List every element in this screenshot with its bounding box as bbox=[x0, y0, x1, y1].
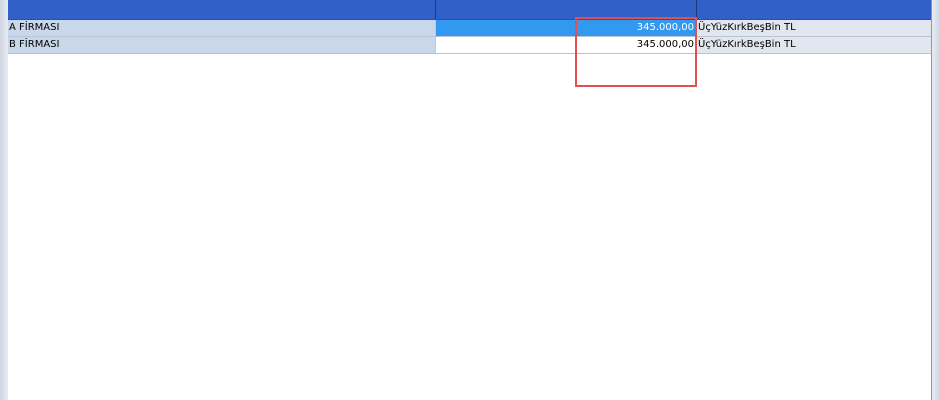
table-row[interactable]: A FİRMASI 345.000,00 ÜçYüzKırkBeşBin TL bbox=[8, 20, 931, 37]
table-row[interactable]: B FİRMASI 345.000,00 ÜçYüzKırkBeşBin TL bbox=[8, 37, 931, 54]
company-cell[interactable]: B FİRMASI bbox=[8, 37, 436, 54]
amount-text-cell[interactable]: ÜçYüzKırkBeşBin TL bbox=[697, 37, 931, 54]
grid-header bbox=[8, 0, 931, 20]
window-frame-right bbox=[931, 0, 940, 400]
annotation-highlight-box bbox=[575, 17, 697, 87]
column-header-amount-text[interactable] bbox=[697, 0, 931, 19]
data-grid-window: A FİRMASI 345.000,00 ÜçYüzKırkBeşBin TL … bbox=[0, 0, 940, 400]
column-header-company[interactable] bbox=[8, 0, 436, 19]
data-grid: A FİRMASI 345.000,00 ÜçYüzKırkBeşBin TL … bbox=[8, 0, 931, 400]
company-cell[interactable]: A FİRMASI bbox=[8, 20, 436, 37]
amount-text-cell[interactable]: ÜçYüzKırkBeşBin TL bbox=[697, 20, 931, 37]
